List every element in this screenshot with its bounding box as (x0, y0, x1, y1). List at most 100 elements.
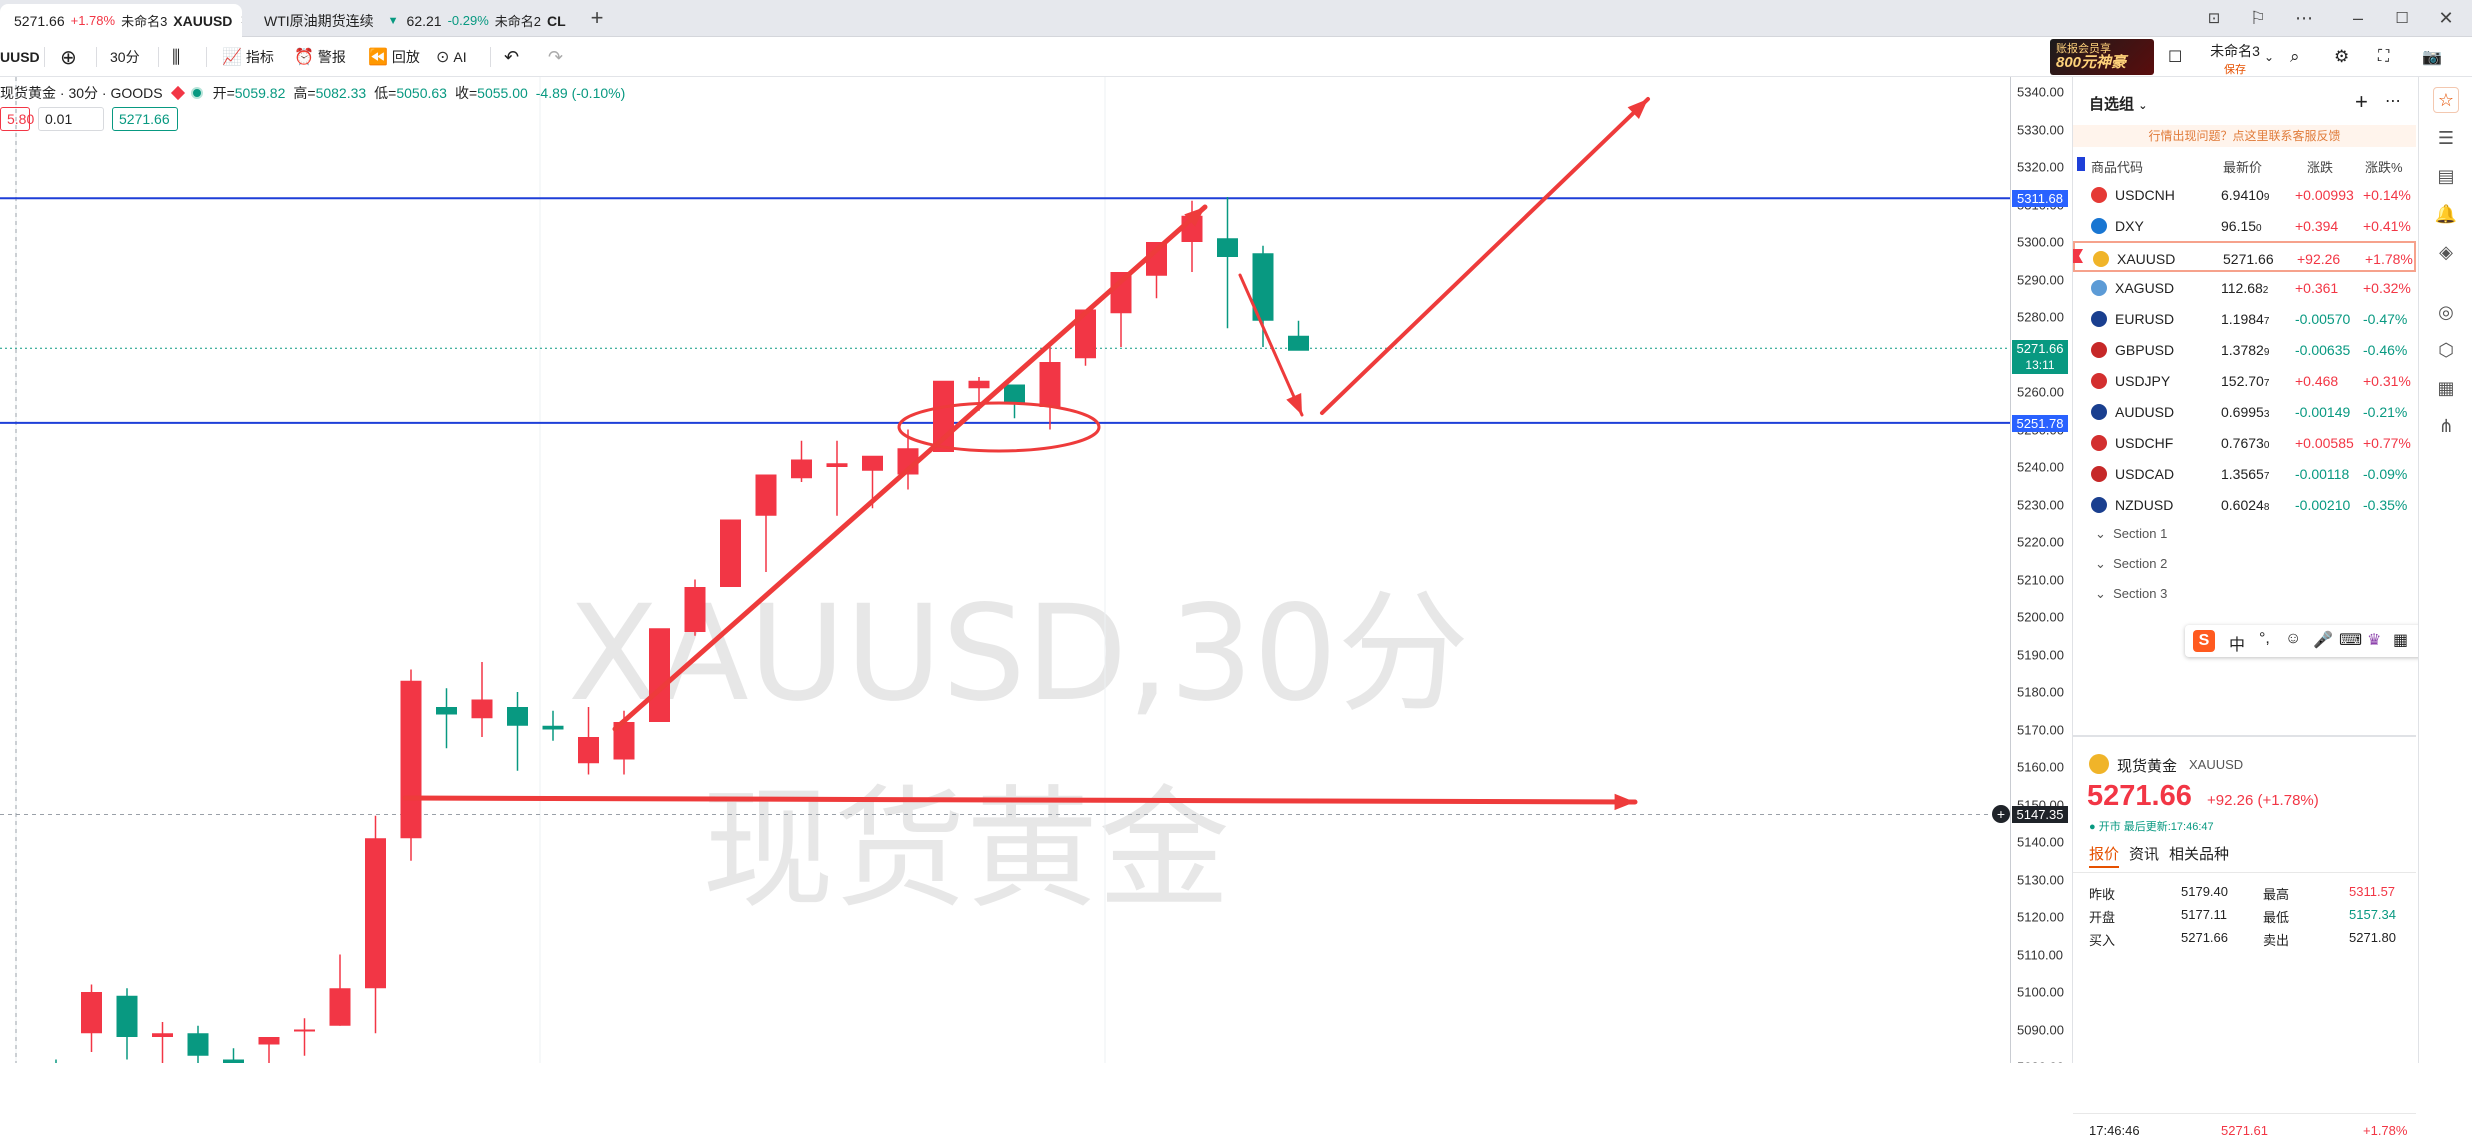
sort-icon (2077, 157, 2085, 171)
price-tick: 5340.00 (2017, 84, 2064, 100)
section-2[interactable]: ⌄ Section 2 (2095, 556, 2167, 572)
row-pct: -0.09% (2363, 466, 2408, 482)
news-icon[interactable]: ☰ (2433, 125, 2459, 151)
chart-tools-icon[interactable]: ⋔ (2433, 413, 2459, 439)
ime-voice-icon[interactable]: 🎤 (2313, 630, 2333, 650)
camera-icon[interactable]: 📷 (2422, 45, 2442, 69)
candle-body (329, 988, 351, 1026)
section-3[interactable]: ⌄ Section 3 (2095, 586, 2167, 602)
header-pct[interactable]: 涨跌% (2365, 157, 2403, 176)
ime-emoji-icon[interactable]: ☺ (2285, 630, 2301, 648)
watchlist-row-nzdusd[interactable]: NZDUSD 0.60248 -0.00210 -0.35% (2073, 489, 2416, 520)
legend-title: 现货黄金 · 30分 · GOODS (0, 85, 163, 101)
watchlist-row-usdchf[interactable]: USDCHF 0.76730 +0.00585 +0.77% (2073, 427, 2416, 458)
watchlist-row-eurusd[interactable]: EURUSD 1.19847 -0.00570 -0.47% (2073, 303, 2416, 334)
settings-icon[interactable]: ⚙ (2334, 45, 2349, 69)
layout-name-button[interactable]: 未命名3 保存 (2200, 41, 2270, 76)
bell-icon[interactable]: 🔔 (2433, 201, 2459, 227)
layout-icon[interactable]: ☐ (2168, 45, 2182, 69)
active-flag-icon (2073, 249, 2083, 263)
window-close-icon[interactable]: ✕ (2432, 6, 2460, 30)
chevron-down-icon[interactable]: ⌄ (2264, 45, 2274, 69)
header-symbol[interactable]: 商品代码 (2091, 157, 2143, 176)
row-change: -0.00210 (2295, 497, 2351, 513)
more-icon[interactable]: ⋯ (2385, 91, 2401, 111)
triangle-down-icon: ▼ (387, 14, 399, 27)
watchlist-row-usdjpy[interactable]: USDJPY 152.707 +0.468 +0.31% (2073, 365, 2416, 396)
promo-banner[interactable]: 账报会员享 800元神豪 (2050, 39, 2154, 75)
redo-icon[interactable]: ↷ (548, 45, 563, 69)
tab-change: +1.78% (70, 13, 116, 28)
layers-icon[interactable]: ◈ (2433, 239, 2459, 265)
watchlist-row-usdcnh[interactable]: USDCNH 6.94109 +0.00993 +0.14% (2073, 179, 2416, 210)
watchlist-row-xauusd[interactable]: XAUUSD 5271.66 +92.26 +1.78% (2073, 241, 2416, 272)
header-last[interactable]: 最新价 (2223, 157, 2262, 176)
pin-icon[interactable]: ⚐ (2244, 6, 2272, 30)
watchlist-row-xagusd[interactable]: XAGUSD 112.682 +0.361 +0.32% (2073, 272, 2416, 303)
maximize-icon[interactable]: ☐ (2388, 6, 2416, 30)
cube-icon[interactable]: ⬡ (2433, 337, 2459, 363)
candle-body (81, 992, 102, 1034)
new-tab-icon[interactable]: + (583, 5, 611, 30)
lot-size-input[interactable]: 0.01 (38, 107, 104, 131)
ime-chinese-mode[interactable]: 中 (2229, 631, 2245, 655)
fullscreen-icon[interactable]: ⛶ (2378, 45, 2389, 69)
grid-icon[interactable]: ▦ (2433, 375, 2459, 401)
price-axis[interactable]: 5340.005330.005320.005310.005300.005290.… (2010, 77, 2070, 1063)
minimize-icon[interactable]: – (2344, 6, 2372, 30)
target-icon[interactable]: ◎ (2433, 299, 2459, 325)
candle-type-icon[interactable]: ⫼ (172, 45, 180, 69)
candle-body (116, 995, 138, 1037)
row-change: +0.361 (2295, 280, 2339, 296)
tab-cl[interactable]: WTI原油期货连续 ▼ 62.21 -0.29% 未命名2 CL × (250, 4, 570, 37)
ime-keyboard-icon[interactable]: ⌨ (2339, 630, 2362, 650)
row-symbol: GBPUSD (2115, 342, 2175, 358)
watchlist-row-audusd[interactable]: AUDUSD 0.69953 -0.00149 -0.21% (2073, 396, 2416, 427)
candle-body (649, 628, 670, 722)
flag-icon (2091, 187, 2107, 203)
details-tab-news[interactable]: 资讯 (2129, 843, 2159, 864)
layout-name: 未命名3 (2210, 43, 2260, 59)
quick-search-icon[interactable]: ⌕ (2290, 45, 2300, 69)
indicators-button[interactable]: 📈 指标 (222, 45, 274, 69)
symbol-search[interactable]: UUSD (0, 45, 40, 69)
ime-grid-icon[interactable]: ▦ (2393, 630, 2408, 650)
more-icon[interactable]: ⋯ (2290, 6, 2318, 30)
candlestick-chart[interactable] (0, 77, 2010, 1063)
interval-select[interactable]: 30分 (110, 45, 140, 69)
watchlist-title[interactable]: 自选组 ⌄ (2089, 93, 2147, 114)
watchlist-row-usdcad[interactable]: USDCAD 1.35657 -0.00118 -0.09% (2073, 458, 2416, 489)
section-1[interactable]: ⌄ Section 1 (2095, 526, 2167, 542)
screenshot-icon[interactable]: ⊡ (2200, 6, 2228, 30)
feedback-notice[interactable]: 行情出现问题？点这里联系客服反馈 (2073, 125, 2416, 147)
ime-skin-icon[interactable]: ♛ (2367, 630, 2381, 650)
row-last: 6.94109 (2221, 187, 2270, 203)
add-symbol-icon[interactable]: + (2355, 89, 2368, 115)
buy-price-box[interactable]: 5271.66 (112, 107, 178, 131)
watchlist-row-gbpusd[interactable]: GBPUSD 1.37829 -0.00635 -0.46% (2073, 334, 2416, 365)
price-tick: 5320.00 (2017, 159, 2064, 175)
close-icon[interactable]: × (240, 12, 242, 30)
calendar-icon[interactable]: ▤ (2433, 163, 2459, 189)
watchlist-row-dxy[interactable]: DXY 96.150 +0.394 +0.41% (2073, 210, 2416, 241)
candle-body (968, 380, 990, 389)
replay-button[interactable]: ⏪ 回放 (368, 45, 420, 69)
header-change[interactable]: 涨跌 (2307, 157, 2333, 176)
alert-button[interactable]: ⏰ 警报 (294, 45, 346, 69)
watchlist-icon[interactable]: ☆ (2433, 87, 2459, 113)
ai-button[interactable]: ⊙ AI (436, 45, 467, 69)
high-label: 高= (293, 85, 316, 101)
panel-divider[interactable] (2073, 735, 2416, 737)
details-tab-related[interactable]: 相关品种 (2169, 843, 2229, 864)
tab-xauusd[interactable]: 5271.66 +1.78% 未命名3 XAUUSD × (0, 4, 242, 37)
ime-punct-icon[interactable]: °, (2259, 630, 2270, 648)
details-tab-quote[interactable]: 报价 (2089, 843, 2119, 864)
price-tick: 5130.00 (2017, 872, 2064, 887)
sell-price-box[interactable]: 5.80 (0, 107, 34, 131)
price-tick: 5120.00 (2017, 909, 2064, 925)
chart-area[interactable]: XAUUSD,30分 现货黄金 (0, 77, 2010, 1063)
flag-icon (2091, 342, 2107, 358)
undo-icon[interactable]: ↶ (504, 45, 519, 69)
compare-icon[interactable]: ⊕ (60, 45, 77, 69)
ime-toolbar[interactable]: S 中 °, ☺ 🎤 ⌨ ♛ ▦ ✿ (2185, 625, 2453, 657)
